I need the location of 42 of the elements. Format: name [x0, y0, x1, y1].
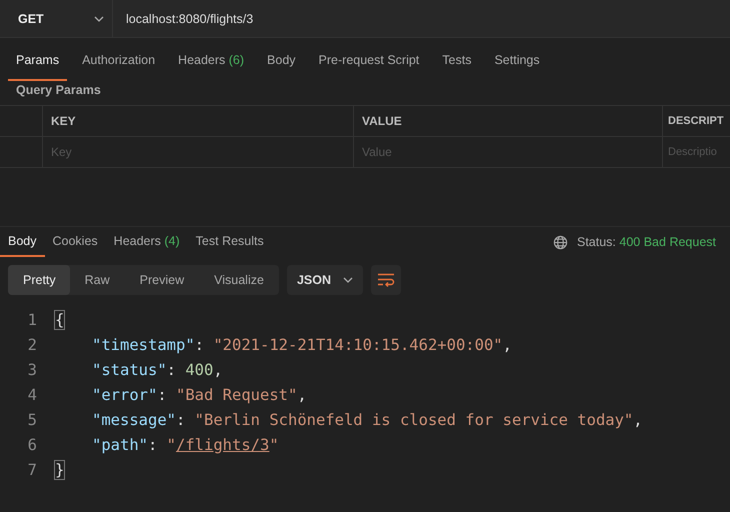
tab[interactable]: Body: [259, 38, 304, 81]
wrap-lines-icon: [377, 272, 395, 286]
line-number: 3: [26, 360, 38, 378]
url-field[interactable]: localhost:8080/flights/3: [113, 0, 730, 37]
line-number: 4: [26, 386, 38, 404]
code-line: }: [55, 460, 64, 478]
tab[interactable]: Body: [0, 227, 44, 257]
line-number: 5: [26, 410, 38, 428]
column-header: DESCRIPT: [662, 106, 730, 136]
tab[interactable]: Settings: [486, 38, 548, 81]
view-mode-tab[interactable]: Visualize: [199, 264, 279, 294]
response-status: Status: 400 Bad Request: [577, 235, 716, 249]
view-mode-tab[interactable]: Raw: [70, 264, 125, 294]
tab[interactable]: Test Results: [188, 227, 272, 257]
view-mode-tab[interactable]: Pretty: [8, 264, 70, 294]
method-dropdown[interactable]: GET: [0, 0, 113, 37]
code-line: {: [55, 310, 64, 328]
tab[interactable]: Cookies: [44, 227, 106, 257]
line-number: 1: [26, 310, 38, 328]
code-line: "error": "Bad Request",: [91, 386, 307, 404]
column-header: KEY: [42, 106, 353, 136]
tab[interactable]: Headers (4): [106, 227, 188, 257]
line-number: 6: [26, 436, 38, 454]
column-header: VALUE: [353, 106, 662, 136]
code-line: "timestamp": "2021-12-21T14:10:15.462+00:00",: [91, 336, 512, 354]
format-dropdown[interactable]: JSON: [286, 264, 363, 294]
globe-icon: [553, 234, 568, 250]
tab[interactable]: Params: [8, 38, 68, 81]
tab[interactable]: Headers (6): [170, 38, 252, 81]
tab[interactable]: Pre-request Script: [310, 38, 428, 81]
line-number: 2: [26, 336, 38, 354]
chevron-down-icon: [343, 276, 353, 282]
code-line: "message": "Berlin Schönefeld is closed for service today",: [91, 410, 643, 428]
tab[interactable]: Authorization: [74, 38, 164, 81]
view-mode-tab[interactable]: Preview: [124, 264, 200, 294]
line-number: 7: [26, 460, 38, 478]
chevron-down-icon: [94, 16, 104, 22]
code-line: "status": 400,: [91, 360, 223, 378]
wrap-button[interactable]: [371, 264, 401, 294]
section-title: Query Params: [15, 82, 102, 99]
code-line: "path": "/flights/3": [91, 436, 279, 454]
tab[interactable]: Tests: [434, 38, 480, 81]
